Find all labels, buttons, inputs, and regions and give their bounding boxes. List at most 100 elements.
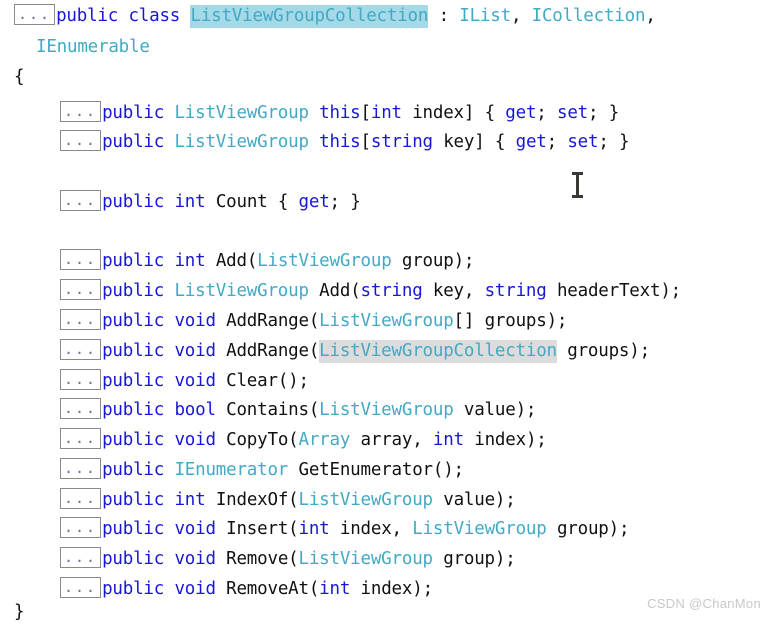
bracket-close: ] <box>474 132 485 152</box>
code-line-class-declaration[interactable]: ... public class ListViewGroupCollection … <box>14 2 656 31</box>
semicolon: ; <box>505 490 516 510</box>
paren-close: ) <box>494 549 506 569</box>
collapsed-region-ellipsis-icon[interactable]: ... <box>60 398 102 419</box>
accessor-brace-close: } <box>608 103 620 123</box>
code-line-indexer-string[interactable]: ... public ListViewGroup this[string key]… <box>60 128 630 157</box>
code-line-method-addrange-collection[interactable]: ... public void AddRange(ListViewGroupCol… <box>60 337 650 366</box>
code-line-method-addrange-array[interactable]: ... public void AddRange(ListViewGroup[] … <box>60 307 567 336</box>
paren-close: ) <box>608 519 620 539</box>
collapsed-region-ellipsis-icon[interactable]: ... <box>60 101 102 122</box>
method-name-removeat: RemoveAt <box>226 579 309 599</box>
keyword-public: public <box>56 6 119 26</box>
code-line-method-removeat[interactable]: ... public void RemoveAt(int index); <box>60 575 433 604</box>
colon-token: : <box>438 6 450 26</box>
code-line-method-remove[interactable]: ... public void Remove(ListViewGroup grou… <box>60 545 516 574</box>
keyword-set: set <box>567 132 599 152</box>
method-name-copyto: CopyTo <box>226 430 289 450</box>
collapsed-region-ellipsis-icon[interactable]: ... <box>60 488 102 509</box>
highlighted-type-reference[interactable]: ListViewGroupCollection <box>319 340 557 363</box>
code-line-method-add-key-header[interactable]: ... public ListViewGroup Add(string key, … <box>60 277 681 306</box>
code-line-close-brace[interactable]: } <box>14 598 25 627</box>
method-name-add: Add <box>215 251 247 271</box>
keyword-void: void <box>174 311 216 331</box>
collapsed-region-ellipsis-icon[interactable]: ... <box>60 190 102 211</box>
collapsed-region-ellipsis-icon[interactable]: ... <box>60 309 102 330</box>
interface-ilist: IList <box>459 6 511 26</box>
selected-class-name[interactable]: ListViewGroupCollection <box>190 5 428 28</box>
watermark-text: CSDN @ChanMon <box>647 596 761 611</box>
keyword-int: int <box>432 430 464 450</box>
bracket-open: [ <box>360 103 372 123</box>
method-name-clear: Clear <box>226 371 278 391</box>
code-line-open-brace[interactable]: { <box>14 63 25 92</box>
parameter-type: ListViewGroup <box>298 490 434 510</box>
collapsed-region-ellipsis-icon[interactable]: ... <box>60 369 102 390</box>
keyword-void: void <box>174 341 216 361</box>
paren-open: ( <box>288 430 299 450</box>
keyword-int: int <box>174 192 206 212</box>
semicolon: ; <box>598 132 609 152</box>
code-editor-pane[interactable]: ... public class ListViewGroupCollection … <box>0 0 771 622</box>
collapsed-region-ellipsis-icon[interactable]: ... <box>60 249 102 270</box>
keyword-void: void <box>174 519 216 539</box>
bracket-close: ] <box>463 103 475 123</box>
keyword-this: this <box>319 132 361 152</box>
collapsed-region-ellipsis-icon[interactable]: ... <box>60 517 102 538</box>
array-brackets: [] <box>453 311 475 331</box>
collapsed-region-ellipsis-icon[interactable]: ... <box>14 4 56 25</box>
paren-close: ) <box>546 311 558 331</box>
collapsed-region-ellipsis-icon[interactable]: ... <box>60 279 102 300</box>
paren-close: ) <box>515 400 527 420</box>
code-line-method-copyto[interactable]: ... public void CopyTo(Array array, int i… <box>60 426 547 455</box>
keyword-public: public <box>102 490 165 510</box>
parens-empty: () <box>277 371 299 391</box>
code-line-ienumerable[interactable]: IEnumerable <box>36 33 150 62</box>
collapsed-region-ellipsis-icon[interactable]: ... <box>60 130 102 151</box>
keyword-get: get <box>515 132 547 152</box>
parameter-type: ListViewGroup <box>257 251 392 271</box>
parameter-type: ListViewGroup <box>319 311 454 331</box>
code-line-method-clear[interactable]: ... public void Clear(); <box>60 367 309 396</box>
method-name-insert: Insert <box>226 519 289 539</box>
accessor-brace-open: { <box>494 132 506 152</box>
collapsed-region-ellipsis-icon[interactable]: ... <box>60 339 102 360</box>
keyword-public: public <box>102 192 165 212</box>
semicolon: ; <box>298 371 310 391</box>
code-line-method-insert[interactable]: ... public void Insert(int index, ListVie… <box>60 515 630 544</box>
code-line-method-getenumerator[interactable]: ... public IEnumerator GetEnumerator(); <box>60 456 464 485</box>
code-line-method-contains[interactable]: ... public bool Contains(ListViewGroup va… <box>60 396 536 425</box>
collapsed-region-ellipsis-icon[interactable]: ... <box>60 577 102 598</box>
parameter-name-headertext: headerText <box>556 281 661 301</box>
keyword-public: public <box>102 519 165 539</box>
code-line-method-add-group[interactable]: ... public int Add(ListViewGroup group); <box>60 247 474 276</box>
keyword-string: string <box>370 132 433 152</box>
code-line-count-property[interactable]: ... public int Count { get; } <box>60 188 361 217</box>
code-line-indexer-int[interactable]: ... public ListViewGroup this[int index] … <box>60 99 619 128</box>
semicolon: ; <box>670 281 682 301</box>
code-line-method-indexof[interactable]: ... public int IndexOf(ListViewGroup valu… <box>60 486 516 515</box>
collapsed-region-ellipsis-icon[interactable]: ... <box>60 547 102 568</box>
interface-ienumerable: IEnumerable <box>36 37 150 57</box>
paren-close: ) <box>525 430 537 450</box>
collapsed-region-ellipsis-icon[interactable]: ... <box>60 428 102 449</box>
collapsed-region-ellipsis-icon[interactable]: ... <box>60 458 102 479</box>
